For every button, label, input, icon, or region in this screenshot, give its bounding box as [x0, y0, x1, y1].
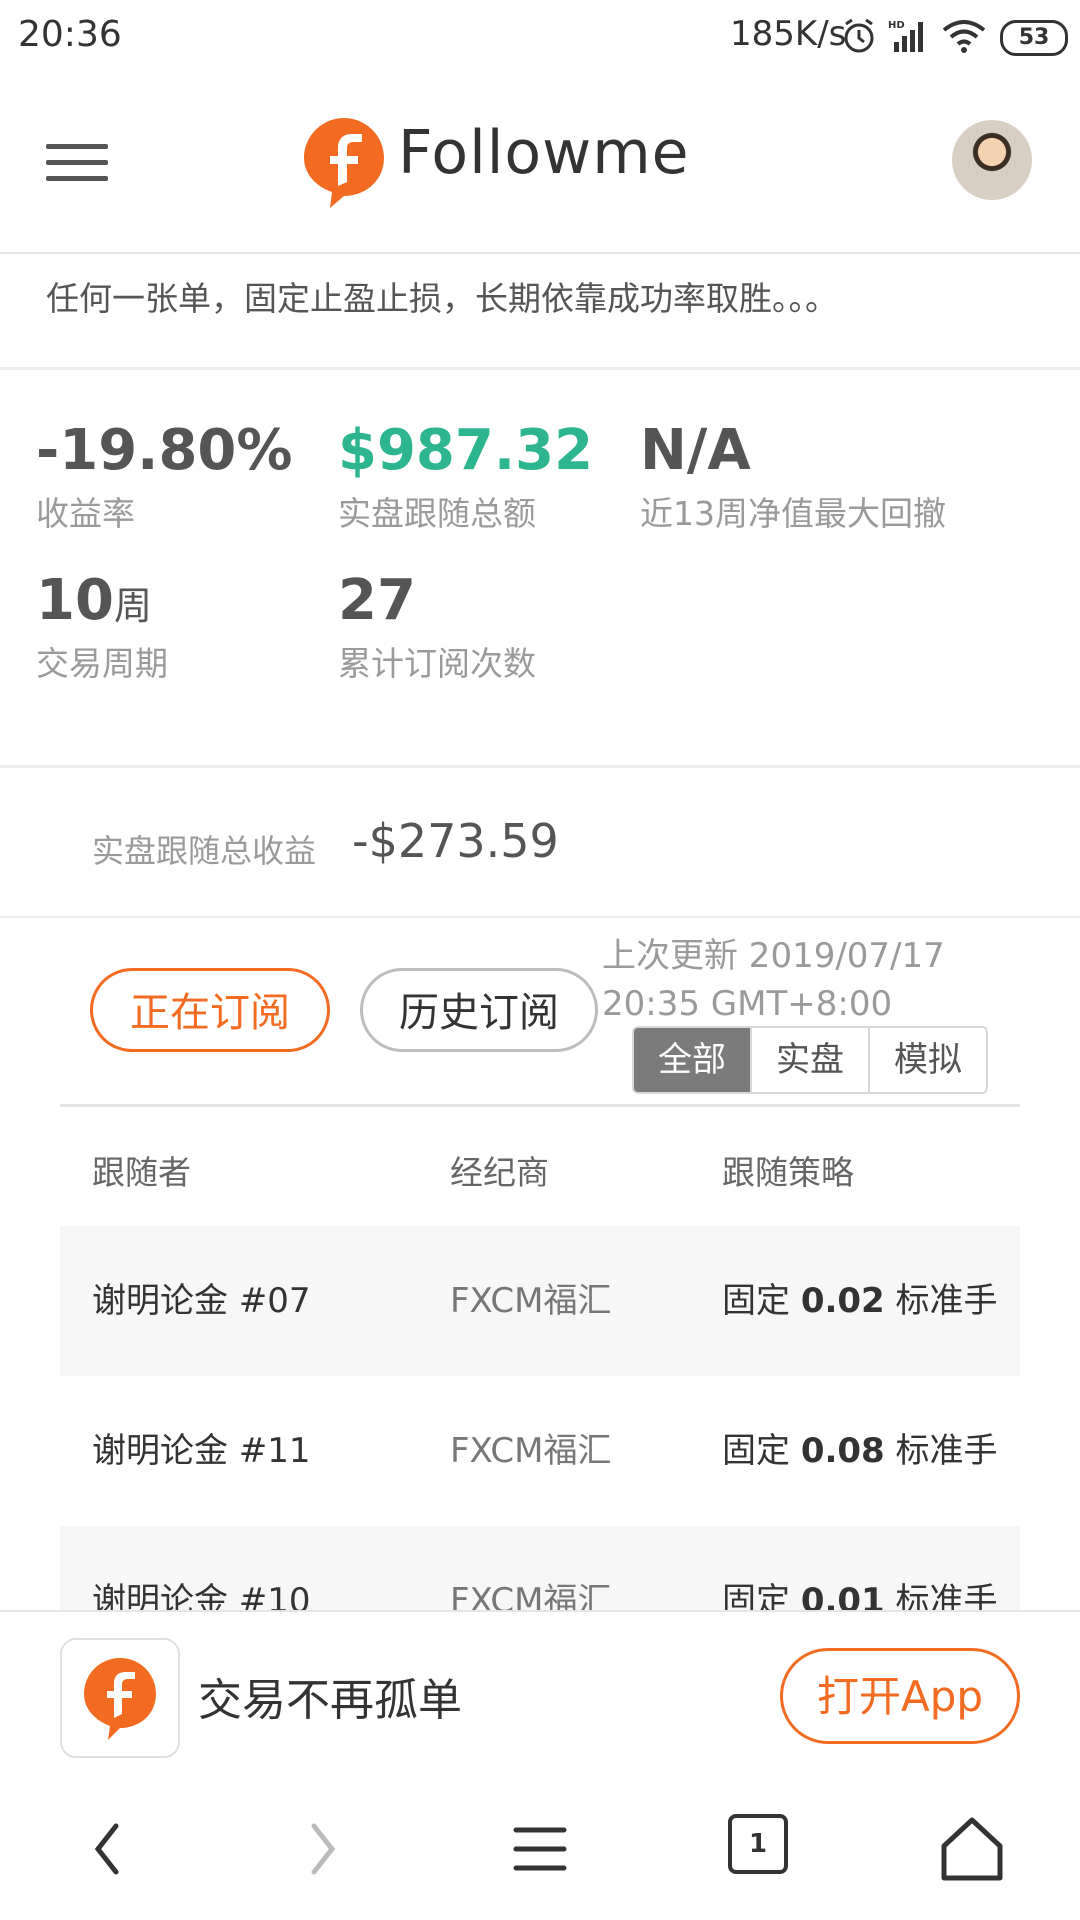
followme-logo-icon — [84, 1658, 156, 1740]
divider — [0, 765, 1080, 768]
follow-strategy: 固定 0.02 标准手 — [722, 1226, 998, 1376]
subscriptions-label: 累计订阅次数 — [338, 644, 536, 683]
alarm-icon — [844, 18, 874, 53]
divider — [0, 367, 1080, 370]
total-profit-value: -$273.59 — [352, 814, 559, 868]
table-row[interactable]: 谢明论金 #07 FXCM福汇 固定 0.02 标准手 — [60, 1226, 1020, 1376]
return-rate-value: -19.80% — [36, 418, 293, 483]
strategy-lots: 0.01 — [800, 1581, 885, 1610]
divider — [0, 916, 1080, 918]
tab-history-subscriptions[interactable]: 历史订阅 — [360, 968, 598, 1052]
trade-period-value: 10 — [36, 568, 114, 633]
broker-name: FXCM福汇 — [450, 1431, 612, 1471]
app-header: Followme — [0, 76, 1080, 254]
column-header-follower: 跟随者 — [92, 1153, 191, 1192]
wifi-icon — [942, 20, 986, 53]
table-row[interactable]: 谢明论金 #10 FXCM福汇 固定 0.01 标准手 — [60, 1526, 1020, 1610]
column-header-strategy: 跟随策略 — [722, 1153, 854, 1192]
last-update-line1: 上次更新 2019/07/17 — [602, 936, 945, 976]
followme-logo-icon — [304, 118, 384, 208]
stat-follow-total: $987.32 实盘跟随总额 — [338, 418, 593, 535]
status-time: 20:36 — [18, 14, 122, 55]
strategy-suffix: 标准手 — [895, 1581, 998, 1610]
tabs-count-icon[interactable]: 1 — [728, 1814, 788, 1874]
column-header-broker: 经纪商 — [450, 1153, 549, 1192]
brand-name[interactable]: Followme — [398, 118, 690, 188]
signal-icon: HD — [888, 20, 923, 52]
max-drawdown-value: N/A — [640, 418, 751, 483]
browser-nav-bar: 1 — [0, 1778, 1080, 1920]
follower-name: 谢明论金 #11 — [92, 1431, 311, 1471]
filter-live-button[interactable]: 实盘 — [752, 1028, 870, 1092]
strategy-description: 任何一张单，固定止盈止损，长期依靠成功率取胜。。。 — [46, 279, 838, 318]
follower-name: 谢明论金 #07 — [92, 1281, 311, 1321]
menu-icon[interactable] — [500, 1814, 580, 1884]
trade-period-unit: 周 — [113, 584, 152, 628]
follow-total-value: $987.32 — [338, 418, 594, 483]
table-row[interactable]: 谢明论金 #11 FXCM福汇 固定 0.08 标准手 — [60, 1376, 1020, 1526]
return-rate-label: 收益率 — [36, 494, 135, 533]
trade-period-label: 交易周期 — [36, 644, 168, 683]
stat-return-rate: -19.80% 收益率 — [36, 418, 292, 535]
home-icon[interactable] — [932, 1814, 1012, 1884]
strategy-prefix: 固定 — [722, 1281, 790, 1321]
filter-demo-button[interactable]: 模拟 — [870, 1028, 986, 1092]
follower-name: 谢明论金 #10 — [92, 1581, 311, 1610]
broker-name: FXCM福汇 — [450, 1281, 612, 1321]
strategy-prefix: 固定 — [722, 1581, 790, 1610]
svg-text:HD: HD — [888, 20, 905, 31]
network-speed: 185K/s — [730, 14, 847, 54]
last-update-line2: 20:35 GMT+8:00 — [602, 984, 893, 1024]
tab-current-subscriptions[interactable]: 正在订阅 — [90, 968, 330, 1052]
strategy-suffix: 标准手 — [895, 1281, 998, 1321]
strategy-suffix: 标准手 — [895, 1431, 998, 1471]
battery-indicator: 53 — [1000, 20, 1068, 56]
total-profit-label: 实盘跟随总收益 — [92, 832, 317, 870]
follow-strategy: 固定 0.01 标准手 — [722, 1526, 998, 1610]
status-bar: 20:36 185K/s HD 53 — [0, 0, 1080, 76]
open-app-button[interactable]: 打开App — [780, 1648, 1020, 1744]
strategy-prefix: 固定 — [722, 1431, 790, 1471]
app-download-banner: 交易不再孤单 打开App — [0, 1610, 1080, 1780]
max-drawdown-label: 近13周净值最大回撤 — [640, 494, 946, 533]
strategy-lots: 0.08 — [800, 1431, 885, 1471]
broker-name: FXCM福汇 — [450, 1581, 612, 1610]
stat-max-drawdown: N/A 近13周净值最大回撤 — [640, 418, 946, 535]
last-update: 上次更新 2019/07/17 20:35 GMT+8:00 — [602, 932, 1072, 1028]
subscriptions-value: 27 — [338, 568, 416, 633]
back-icon[interactable] — [68, 1814, 148, 1884]
hamburger-icon[interactable] — [46, 144, 108, 188]
divider — [60, 1104, 1020, 1107]
app-logo — [60, 1638, 180, 1758]
stat-subscriptions: 27 累计订阅次数 — [338, 568, 536, 685]
forward-icon[interactable] — [282, 1814, 362, 1884]
avatar[interactable] — [952, 120, 1032, 200]
filter-all-button[interactable]: 全部 — [634, 1028, 752, 1092]
follow-total-label: 实盘跟随总额 — [338, 494, 536, 533]
follow-strategy: 固定 0.08 标准手 — [722, 1376, 998, 1526]
banner-slogan: 交易不再孤单 — [198, 1675, 462, 1726]
strategy-lots: 0.02 — [800, 1281, 885, 1321]
account-filter: 全部 实盘 模拟 — [632, 1026, 988, 1094]
stat-trade-period: 10周 交易周期 — [36, 568, 168, 685]
